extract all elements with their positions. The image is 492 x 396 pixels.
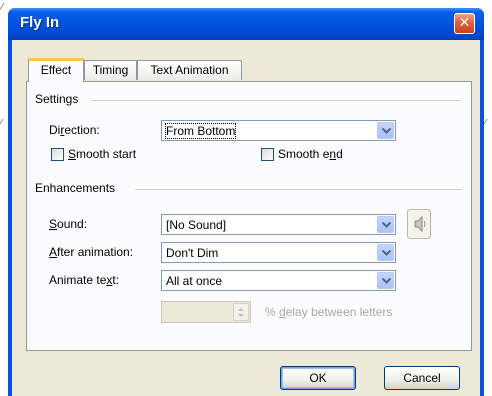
up-down-arrows-icon — [238, 308, 244, 317]
sound-select[interactable]: [No Sound] — [161, 214, 396, 235]
tab-label: Effect — [40, 63, 72, 77]
sound-settings-button[interactable] — [407, 209, 431, 239]
dialog-title: Fly In — [20, 14, 60, 31]
effect-tab-panel: Settings Direction: From Bottom Smooth s… — [26, 81, 472, 351]
sound-dropdown-button[interactable] — [377, 216, 394, 233]
sound-label: Sound: — [49, 217, 88, 231]
enhancements-group-label: Enhancements — [35, 181, 116, 195]
speaker-icon — [414, 215, 426, 233]
title-bar[interactable]: Fly In ✕ — [8, 8, 484, 40]
after-animation-value: Don't Dim — [166, 246, 219, 260]
smooth-start-checkbox[interactable] — [51, 148, 64, 161]
after-animation-dropdown-button[interactable] — [377, 244, 394, 261]
tab-effect[interactable]: Effect — [28, 58, 84, 82]
chevron-down-icon — [382, 128, 391, 134]
smooth-start-label[interactable]: Smooth start — [68, 147, 136, 161]
animate-text-dropdown-button[interactable] — [377, 272, 394, 289]
smooth-end-label[interactable]: Smooth end — [278, 147, 343, 161]
spinner-buttons[interactable] — [233, 303, 249, 321]
after-animation-label: After animation: — [49, 245, 134, 259]
tab-text-animation[interactable]: Text Animation — [137, 60, 242, 80]
direction-dropdown-button[interactable] — [377, 122, 394, 139]
tab-timing[interactable]: Timing — [84, 60, 137, 80]
ok-button[interactable]: OK — [280, 366, 356, 390]
direction-label: Direction: — [49, 123, 100, 137]
animate-text-value: All at once — [166, 274, 223, 288]
cancel-button-label: Cancel — [403, 371, 441, 385]
ok-button-label: OK — [309, 371, 327, 385]
tab-label: Timing — [92, 63, 129, 77]
smooth-end-checkbox[interactable] — [261, 148, 274, 161]
sound-value: [No Sound] — [166, 218, 227, 232]
dialog-client-area: Effect Timing Text Animation Settings Di… — [12, 40, 480, 396]
background-resize-mark: ⁄ — [484, 118, 486, 129]
tab-label: Text Animation — [150, 63, 229, 77]
fly-in-dialog: Fly In ✕ Effect Timing Text Animation Se… — [8, 8, 484, 396]
delay-percent-spinner[interactable] — [161, 301, 251, 323]
enhancements-divider — [135, 189, 461, 190]
settings-divider — [91, 100, 461, 101]
direction-value: From Bottom — [164, 123, 237, 139]
close-icon: ✕ — [458, 15, 471, 31]
animate-text-label: Animate text: — [49, 273, 120, 287]
close-button[interactable]: ✕ — [454, 13, 475, 34]
chevron-down-icon — [382, 250, 391, 256]
direction-select[interactable]: From Bottom — [161, 120, 396, 141]
chevron-down-icon — [382, 222, 391, 228]
settings-group-label: Settings — [35, 92, 79, 106]
delay-between-letters-label: % delay between letters — [265, 305, 393, 319]
cancel-button[interactable]: Cancel — [384, 366, 460, 390]
chevron-down-icon — [382, 278, 391, 284]
after-animation-select[interactable]: Don't Dim — [161, 242, 396, 263]
background-resize-mark: ⁄ — [1, 2, 3, 13]
animate-text-select[interactable]: All at once — [161, 270, 396, 291]
background-resize-mark: ⁄ — [0, 118, 2, 129]
